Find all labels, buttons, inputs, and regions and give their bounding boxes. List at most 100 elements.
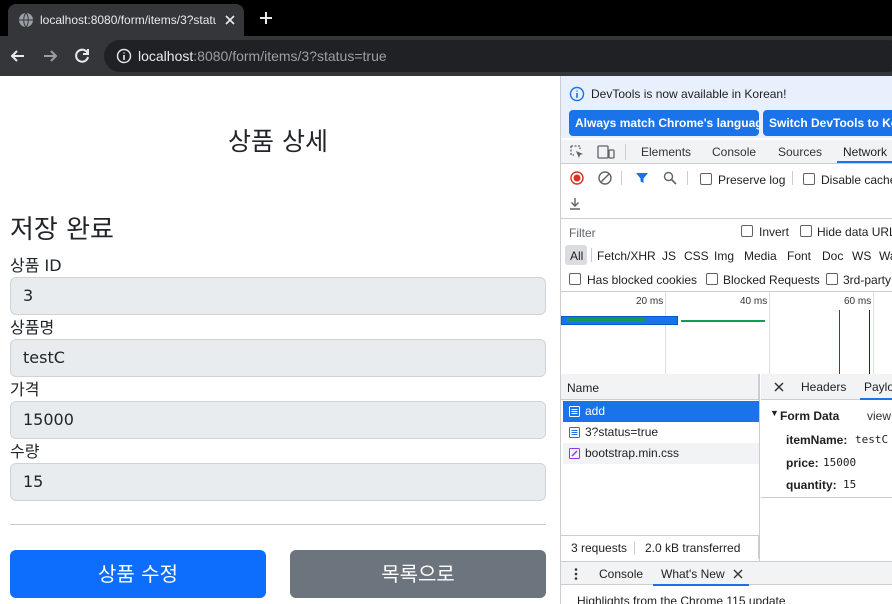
close-drawer-tab-icon[interactable] — [733, 569, 743, 579]
stylesheet-icon — [569, 448, 580, 459]
tab-headers[interactable]: Headers — [801, 380, 846, 394]
type-filter-js[interactable]: JS — [662, 249, 676, 263]
item-name-label: 상품명 — [10, 318, 55, 337]
network-overview-timeline[interactable]: 20 ms 40 ms 60 ms — [561, 292, 892, 374]
request-name: 3?status=true — [585, 425, 659, 439]
form-value: 15 — [843, 478, 857, 491]
devtools-drawer-tabbar: Console What's New — [561, 561, 892, 586]
form-value: 15000 — [823, 456, 857, 469]
switch-language-button[interactable]: Switch DevTools to Korean — [763, 110, 892, 136]
tab-separator — [625, 144, 626, 160]
type-filter-css[interactable]: CSS — [684, 249, 709, 263]
grid-line — [873, 292, 874, 374]
new-tab-icon[interactable] — [256, 8, 276, 28]
collapse-triangle-icon[interactable]: ▼ — [770, 408, 779, 418]
tab-console[interactable]: Console — [712, 145, 756, 159]
web-page: 상품 상세 저장 완료 상품 ID 3 상품명 testC 가격 15000 수… — [0, 76, 560, 604]
drawer-active-tab-indicator — [653, 584, 749, 586]
active-detail-tab-indicator — [860, 398, 892, 400]
blocked-requests-checkbox[interactable] — [706, 273, 718, 285]
inspect-element-icon[interactable] — [569, 144, 585, 160]
type-filter-img[interactable]: Img — [714, 249, 734, 263]
type-filter-media[interactable]: Media — [744, 249, 777, 263]
filter-input[interactable]: Filter — [569, 226, 596, 240]
request-row-status[interactable]: 3?status=true — [563, 422, 759, 443]
invert-label: Invert — [759, 225, 790, 239]
tab-elements[interactable]: Elements — [641, 145, 691, 159]
request-row-css[interactable]: bootstrap.min.css — [563, 443, 759, 464]
price-field[interactable]: 15000 — [10, 401, 546, 439]
waterfall-bar-css — [681, 320, 765, 322]
third-party-checkbox[interactable] — [826, 273, 838, 285]
quantity-label: 수량 — [10, 442, 40, 461]
tab-title: localhost:8080/form/items/3?status=true — [40, 13, 216, 27]
language-infobar: DevTools is now available in Korean! Alw… — [561, 76, 892, 138]
type-filter-ws[interactable]: WS — [852, 249, 871, 263]
form-data-title[interactable]: Form Data — [780, 409, 839, 423]
type-filter-font[interactable]: Font — [787, 249, 811, 263]
tick-label-40ms: 40 ms — [740, 296, 768, 307]
request-name: bootstrap.min.css — [585, 446, 680, 460]
load-event-line — [839, 310, 840, 374]
browser-tab[interactable]: localhost:8080/form/items/3?status=true — [8, 4, 244, 36]
type-filter-all[interactable]: All — [570, 249, 583, 263]
type-filter-doc[interactable]: Doc — [822, 249, 843, 263]
address-bar[interactable]: localhost:8080/form/items/3?status=true — [104, 40, 892, 72]
forward-icon[interactable] — [40, 46, 60, 66]
hide-data-urls-label: Hide data URLs — [817, 225, 892, 239]
import-har-icon[interactable] — [568, 197, 582, 211]
item-id-field[interactable]: 3 — [10, 277, 546, 315]
request-row-add[interactable]: add — [563, 401, 759, 422]
filter-icon[interactable] — [635, 171, 649, 185]
url-text: localhost:8080/form/items/3?status=true — [138, 48, 387, 64]
quantity-field[interactable]: 15 — [10, 463, 546, 501]
stop-recording-icon[interactable] — [570, 171, 584, 185]
type-filter-fetch[interactable]: Fetch/XHR — [597, 249, 656, 263]
disable-cache-checkbox[interactable] — [803, 173, 815, 185]
form-data-divider — [761, 497, 892, 498]
site-info-icon[interactable] — [116, 48, 132, 64]
disable-cache-label: Disable cache — [821, 173, 892, 187]
reload-icon[interactable] — [72, 46, 92, 66]
tab-network[interactable]: Network — [843, 145, 887, 159]
device-toolbar-icon[interactable] — [597, 144, 615, 160]
url-host: localhost — [138, 48, 194, 64]
back-icon[interactable] — [8, 46, 28, 66]
hide-data-urls-checkbox[interactable] — [800, 225, 812, 237]
whats-new-message: Highlights from the Chrome 115 update — [577, 594, 786, 604]
close-detail-icon[interactable] — [773, 381, 785, 393]
more-options-icon[interactable] — [573, 567, 579, 581]
tab-payload[interactable]: Payload — [864, 380, 892, 394]
tick-label-20ms: 20 ms — [636, 296, 664, 307]
search-icon[interactable] — [663, 171, 677, 185]
request-name: add — [585, 404, 606, 418]
name-column-header[interactable]: Name — [561, 374, 759, 400]
transferred-size: 2.0 kB transferred — [645, 541, 741, 555]
preserve-log-checkbox[interactable] — [700, 173, 712, 185]
view-source-link[interactable]: view source — [867, 409, 892, 423]
drawer-tab-console[interactable]: Console — [599, 567, 643, 581]
edit-item-button[interactable]: 상품 수정 — [10, 550, 266, 598]
tab-sources[interactable]: Sources — [778, 145, 822, 159]
browser-tab-strip: localhost:8080/form/items/3?status=true — [0, 0, 892, 36]
form-key: quantity: — [786, 478, 837, 492]
network-summary-bar: 3 requests 2.0 kB transferred — [561, 535, 759, 559]
close-tab-icon[interactable] — [222, 12, 238, 28]
back-to-list-button[interactable]: 목록으로 — [290, 550, 546, 598]
item-name-field[interactable]: testC — [10, 339, 546, 377]
toolbar-divider — [561, 218, 892, 219]
clear-icon[interactable] — [598, 171, 612, 185]
drawer-tab-whats-new[interactable]: What's New — [661, 567, 725, 581]
blocked-cookies-checkbox[interactable] — [569, 273, 581, 285]
match-language-button[interactable]: Always match Chrome's language — [569, 110, 759, 136]
invert-checkbox[interactable] — [741, 225, 753, 237]
active-tab-indicator — [837, 161, 892, 163]
divider — [10, 524, 546, 525]
type-filter-wasm[interactable]: Wasm — [879, 249, 892, 263]
price-label: 가격 — [10, 380, 40, 399]
globe-icon — [19, 12, 33, 28]
summary-separator — [634, 541, 635, 555]
panel-splitter[interactable] — [759, 374, 760, 561]
form-key: itemName: — [786, 433, 848, 447]
toolbar-separator — [621, 171, 622, 185]
